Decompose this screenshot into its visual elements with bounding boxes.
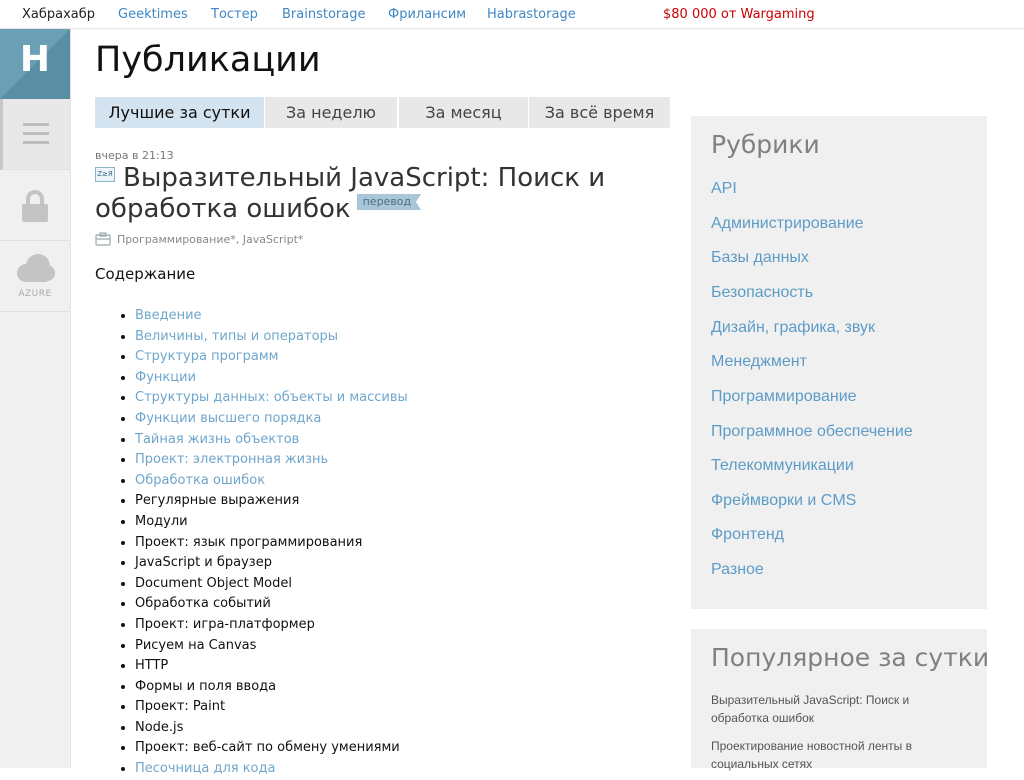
post-hubs-links[interactable]: Программирование*, JavaScript* <box>117 233 303 246</box>
toc-item: JavaScript и браузер <box>135 553 408 574</box>
topnav-link-habrastorage[interactable]: Habrastorage <box>487 7 576 22</box>
rubric-link[interactable]: Дизайн, графика, звук <box>711 319 875 337</box>
rubrics-panel: Рубрики API Администрирование Базы данны… <box>691 116 987 609</box>
toc-item[interactable]: Структура программ <box>135 347 408 368</box>
toc-item: Node.js <box>135 718 408 739</box>
popular-panel: Популярное за сутки Выразительный JavaSc… <box>691 629 990 771</box>
rubric-link[interactable]: Разное <box>711 561 764 579</box>
post-title-link[interactable]: Выразительный JavaScript: Поиск и обрабо… <box>95 163 605 224</box>
rubric-link[interactable]: Программирование <box>711 388 857 406</box>
top-navigation-bar: Хабрахабр Geektimes Тостер Brainstorage … <box>0 0 1024 29</box>
toc-item: Проект: Paint <box>135 697 408 718</box>
azure-label: AZURE <box>18 289 52 299</box>
tab-week[interactable]: За неделю <box>265 97 397 128</box>
toc-item: Обработка событий <box>135 594 408 615</box>
translation-flag-icon: Z≥Я <box>95 167 115 182</box>
rubric-link[interactable]: Безопасность <box>711 284 813 302</box>
rubric-link[interactable]: Программное обеспечение <box>711 423 913 441</box>
toc-item[interactable]: Функции высшего порядка <box>135 409 408 430</box>
topnav-link-brainstorage[interactable]: Brainstorage <box>282 7 365 22</box>
left-sidebar: H AZURE <box>0 29 71 768</box>
rubric-link[interactable]: API <box>711 180 737 198</box>
toc-item: Проект: веб-сайт по обмену умениями <box>135 738 408 759</box>
toc-item[interactable]: Введение <box>135 306 408 327</box>
toc-item[interactable]: Структуры данных: объекты и массивы <box>135 388 408 409</box>
toc-item[interactable]: Функции <box>135 368 408 389</box>
popular-post-link[interactable]: Выразительный JavaScript: Поиск и обрабо… <box>711 691 951 727</box>
toc-item: Рисуем на Canvas <box>135 636 408 657</box>
post-title-block: Z≥Я Выразительный JavaScript: Поиск и обр… <box>95 163 655 225</box>
cloud-icon <box>17 254 55 282</box>
page-title: Публикации <box>95 40 321 80</box>
toc-item: HTTP <box>135 656 408 677</box>
rubric-link[interactable]: Менеджмент <box>711 353 807 371</box>
toc-item: Document Object Model <box>135 574 408 595</box>
toc-item[interactable]: Тайная жизнь объектов <box>135 430 408 451</box>
toc-item[interactable]: Величины, типы и операторы <box>135 327 408 348</box>
topnav-link-geektimes[interactable]: Geektimes <box>118 7 188 22</box>
tab-all-time[interactable]: За всё время <box>529 97 670 128</box>
toc-item[interactable]: Песочница для кода <box>135 759 408 780</box>
briefcase-icon <box>95 232 111 246</box>
rubric-link[interactable]: Базы данных <box>711 249 809 267</box>
topnav-link-freelansim[interactable]: Фрилансим <box>388 7 466 22</box>
tab-best-daily[interactable]: Лучшие за сутки <box>95 97 264 128</box>
toc-item: Формы и поля ввода <box>135 677 408 698</box>
toc-item: Регулярные выражения <box>135 491 408 512</box>
site-logo[interactable]: H <box>0 29 70 99</box>
toc-item: Модули <box>135 512 408 533</box>
azure-button[interactable]: AZURE <box>0 241 70 312</box>
toc-item: Проект: язык программирования <box>135 533 408 554</box>
menu-icon <box>23 123 49 144</box>
login-button[interactable] <box>0 170 70 241</box>
post-hubs: Программирование*, JavaScript* <box>95 232 303 247</box>
rubric-link[interactable]: Телекоммуникации <box>711 457 854 475</box>
translation-badge: перевод <box>356 194 422 210</box>
rubric-link[interactable]: Администрирование <box>711 215 864 233</box>
topnav-link-toster[interactable]: Тостер <box>211 7 258 22</box>
topnav-link-habrahabr[interactable]: Хабрахабр <box>22 7 95 22</box>
table-of-contents: ВведениеВеличины, типы и операторыСтрукт… <box>95 306 408 780</box>
rubrics-title: Рубрики <box>711 130 820 159</box>
menu-button[interactable] <box>0 99 70 170</box>
tab-month[interactable]: За месяц <box>399 97 528 128</box>
post-timestamp: вчера в 21:13 <box>95 149 174 162</box>
contents-heading: Содержание <box>95 265 196 283</box>
toc-item[interactable]: Проект: электронная жизнь <box>135 450 408 471</box>
lock-icon <box>22 190 48 222</box>
rubric-link[interactable]: Фронтенд <box>711 526 784 544</box>
rubric-link[interactable]: Фреймворки и CMS <box>711 492 856 510</box>
toc-item[interactable]: Обработка ошибок <box>135 471 408 492</box>
toc-item: Проект: игра-платформер <box>135 615 408 636</box>
promo-link[interactable]: $80 000 от Wargaming <box>663 7 815 22</box>
popular-title: Популярное за сутки <box>711 643 990 672</box>
logo-letter: H <box>19 39 51 80</box>
